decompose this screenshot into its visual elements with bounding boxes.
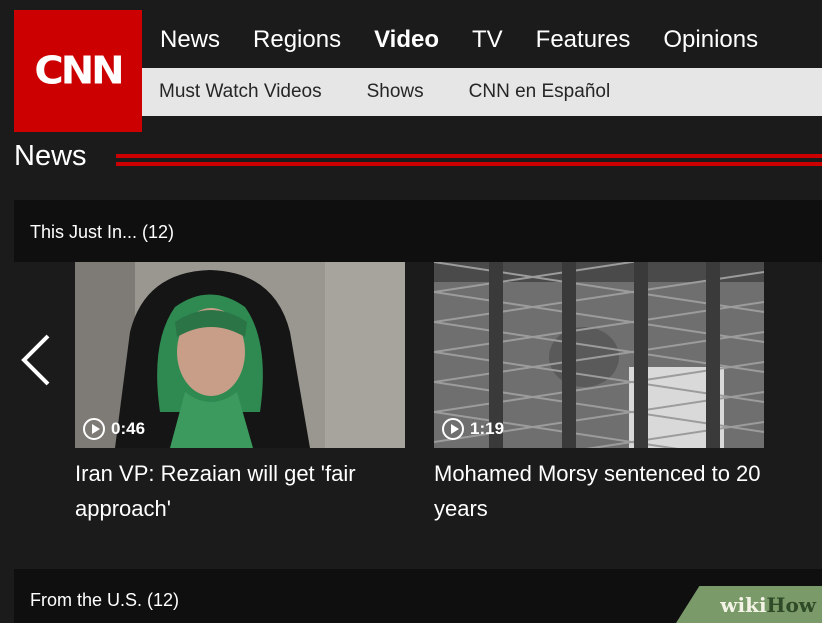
subnav-must-watch[interactable]: Must Watch Videos <box>159 81 322 103</box>
subnav-cnn-espanol[interactable]: CNN en Español <box>469 81 611 103</box>
video-card[interactable]: 0:46 Iran VP: Rezaian will get 'fair app… <box>75 262 405 526</box>
watermark-wiki: wiki <box>720 592 767 617</box>
nav-regions[interactable]: Regions <box>253 26 341 54</box>
nav-news[interactable]: News <box>160 26 220 54</box>
video-thumbnail[interactable]: 1:19 <box>434 262 764 448</box>
play-icon <box>83 418 105 440</box>
nav-features[interactable]: Features <box>536 26 631 54</box>
sub-nav: Must Watch Videos Shows CNN en Español <box>142 68 822 116</box>
nav-video[interactable]: Video <box>374 26 439 54</box>
wikihow-watermark: wiki How <box>676 586 822 623</box>
video-card[interactable]: 1:19 Mohamed Morsy sentenced to 20 years <box>434 262 764 526</box>
duration-text: 1:19 <box>470 419 505 438</box>
video-duration: 1:19 <box>442 418 504 440</box>
section-rule-bottom <box>116 162 822 166</box>
logo-text: CNN <box>34 49 124 93</box>
video-headline[interactable]: Mohamed Morsy sentenced to 20 years <box>434 456 764 526</box>
watermark-how: How <box>766 592 816 617</box>
subnav-shows[interactable]: Shows <box>367 81 424 103</box>
video-thumbnail[interactable]: 0:46 <box>75 262 405 448</box>
video-headline[interactable]: Iran VP: Rezaian will get 'fair approach… <box>75 456 405 526</box>
section-rule-top <box>116 154 822 158</box>
nav-opinions[interactable]: Opinions <box>663 26 758 54</box>
cnn-logo[interactable]: CNN <box>14 10 142 132</box>
chevron-left-icon[interactable] <box>18 330 58 390</box>
carousel-label[interactable]: This Just In... (12) <box>30 222 174 243</box>
main-nav: News Regions Video TV Features Opinions <box>160 20 791 60</box>
video-duration: 0:46 <box>83 418 145 440</box>
nav-tv[interactable]: TV <box>472 26 503 54</box>
section-title: News <box>14 140 87 172</box>
play-icon <box>442 418 464 440</box>
carousel-header: This Just In... (12) <box>14 200 822 262</box>
carousel-label[interactable]: From the U.S. (12) <box>30 590 179 611</box>
duration-text: 0:46 <box>111 419 146 438</box>
